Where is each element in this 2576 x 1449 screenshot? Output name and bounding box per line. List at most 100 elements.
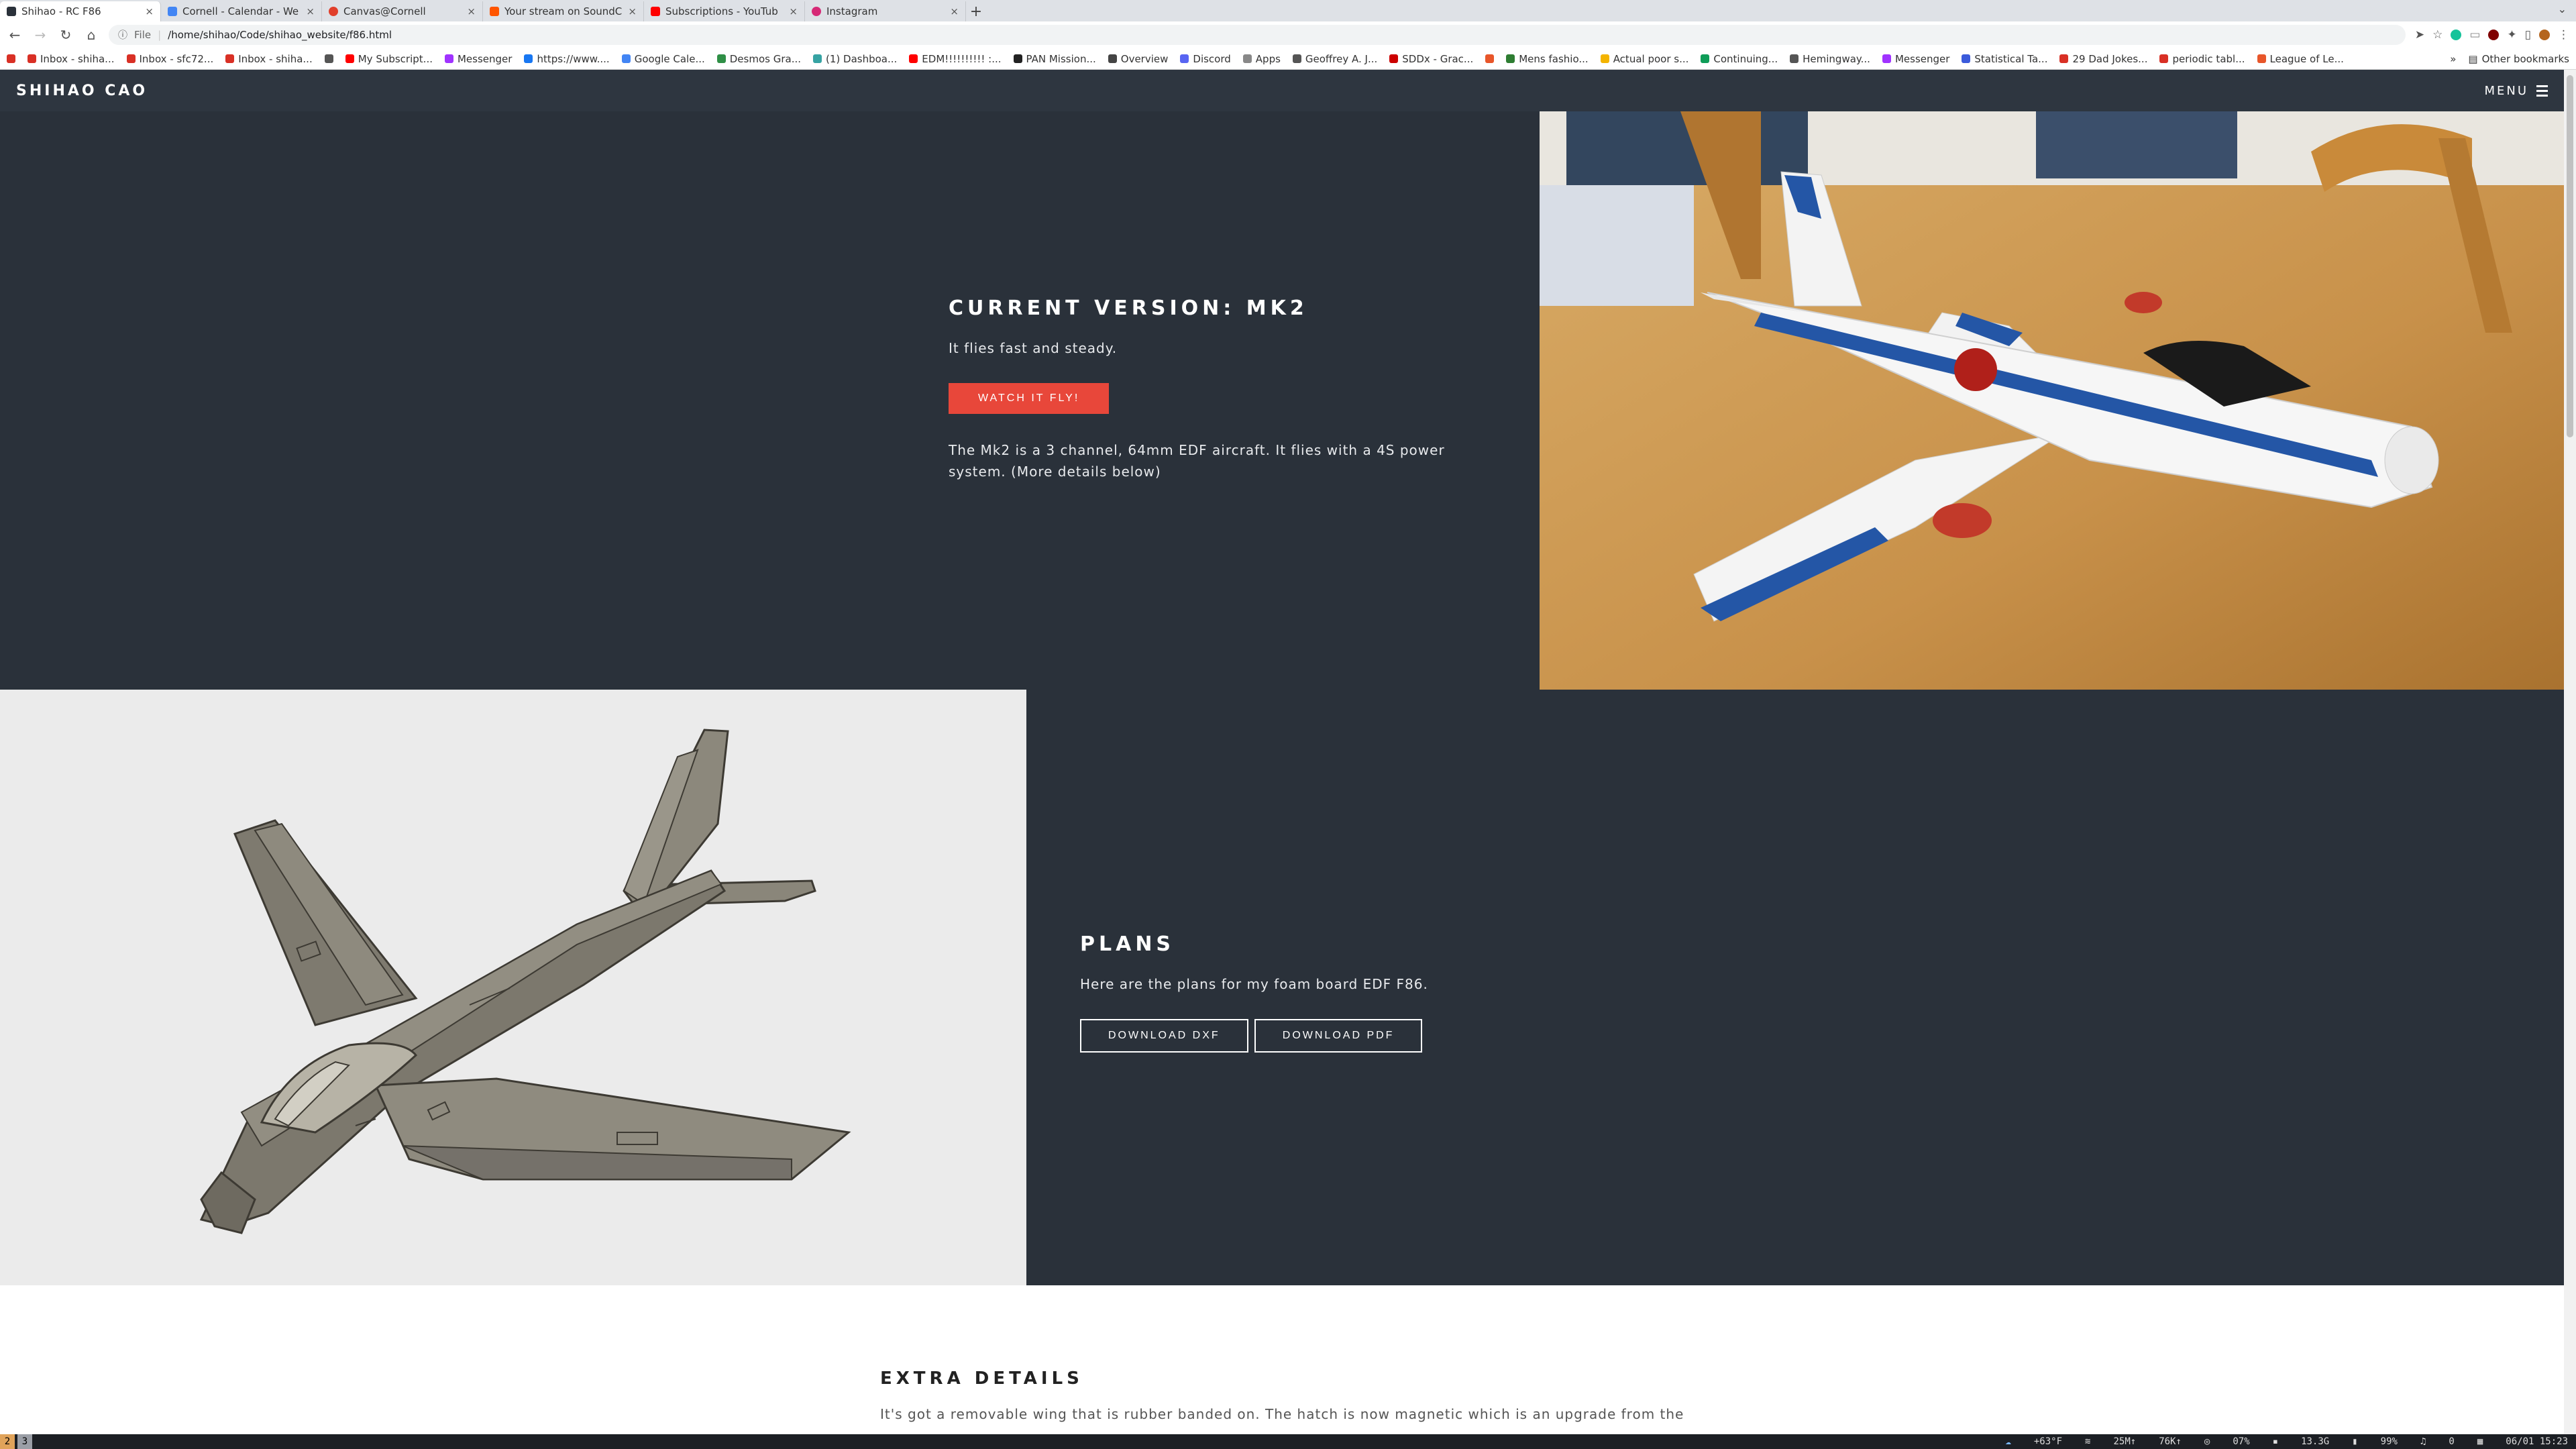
apps-grid-icon[interactable] xyxy=(7,54,15,63)
close-icon[interactable]: × xyxy=(789,5,798,17)
bookmark-item[interactable]: Statistical Ta... xyxy=(1962,53,2047,65)
tab-shihao-rc-f86[interactable]: Shihao - RC F86 × xyxy=(0,1,161,21)
tab-title: Cornell - Calendar - We xyxy=(182,5,299,17)
bookmark-favicon-icon xyxy=(1108,54,1117,63)
bookmark-item[interactable]: Inbox - sfc72... xyxy=(126,53,213,65)
bookmark-label: periodic tabl... xyxy=(2172,52,2245,65)
weather-status: +63°F xyxy=(2033,1436,2063,1447)
bookmark-item[interactable]: https://www.... xyxy=(524,53,610,65)
plans-buttons: DOWNLOAD DXF DOWNLOAD PDF xyxy=(1080,1019,1428,1053)
puzzle-icon[interactable]: ✦ xyxy=(2507,28,2516,42)
bookmark-favicon-icon xyxy=(345,54,354,63)
bookmark-item[interactable]: Mens fashio... xyxy=(1506,53,1589,65)
bookmark-item[interactable] xyxy=(324,54,333,63)
home-icon[interactable]: ⌂ xyxy=(83,27,99,43)
page-scrollbar[interactable] xyxy=(2564,70,2576,1434)
close-icon[interactable]: × xyxy=(145,5,154,17)
other-bookmarks-folder[interactable]: ▤ Other bookmarks xyxy=(2468,53,2569,65)
bookmark-item[interactable]: Continuing... xyxy=(1701,53,1778,65)
bookmark-item[interactable]: EDM!!!!!!!!!! :... xyxy=(909,53,1002,65)
bookmark-favicon-icon xyxy=(621,54,631,63)
more-vert-icon[interactable]: ⋮ xyxy=(2558,28,2569,42)
bookmark-label: Messenger xyxy=(1894,52,1950,65)
forward-icon[interactable]: → xyxy=(32,27,48,43)
bookmark-item[interactable]: Messenger xyxy=(1882,53,1949,65)
bookmark-item[interactable]: periodic tabl... xyxy=(2159,53,2245,65)
bookmark-item[interactable]: 29 Dad Jokes... xyxy=(2059,53,2147,65)
cad-model-image xyxy=(199,729,851,1234)
bookmark-label: Statistical Ta... xyxy=(1974,52,2048,65)
bookmark-favicon-icon xyxy=(1701,54,1710,63)
bookmark-item[interactable]: Google Cale... xyxy=(621,52,705,65)
bookmarks-bar: Inbox - shiha... Inbox - sfc72... Inbox - … xyxy=(0,48,2576,70)
close-icon[interactable]: × xyxy=(628,5,637,17)
avatar[interactable] xyxy=(2539,30,2550,40)
tab-title: Shihao - RC F86 xyxy=(21,5,101,17)
workspace-button[interactable]: 2 xyxy=(0,1434,15,1449)
new-tab-button[interactable]: + xyxy=(966,1,986,21)
workspace-button[interactable]: 3 xyxy=(17,1434,32,1449)
download-pdf-button[interactable]: DOWNLOAD PDF xyxy=(1254,1019,1423,1053)
scrollbar-thumb[interactable] xyxy=(2567,75,2573,437)
tab-cornell-calendar[interactable]: Cornell - Calendar - We × xyxy=(161,1,322,21)
send-icon[interactable]: ➤ xyxy=(2415,28,2424,42)
ublock-icon[interactable] xyxy=(2488,30,2500,40)
extension-area: ➤ ☆ ▭ ✦ ▯ ⋮ xyxy=(2415,28,2569,42)
bookmark-item[interactable] xyxy=(1485,54,1495,63)
tab-youtube-subscriptions[interactable]: Subscriptions - YouTub × xyxy=(644,1,805,21)
back-icon[interactable]: ← xyxy=(7,27,23,43)
bookmark-item[interactable]: Discord xyxy=(1180,52,1231,65)
bookmark-item[interactable]: Hemingway... xyxy=(1790,53,1870,65)
bookmark-item[interactable]: Apps xyxy=(1242,53,1281,65)
bookmark-item[interactable]: Inbox - shiha... xyxy=(28,53,115,65)
bookmarks-more-button[interactable]: » xyxy=(2450,53,2456,65)
bookmark-item[interactable]: (1) Dashboa... xyxy=(813,53,897,65)
tab-instagram[interactable]: Instagram × xyxy=(805,1,966,21)
hamburger-icon xyxy=(2536,85,2548,97)
network-status: 76K↑ xyxy=(2159,1436,2182,1447)
bookmark-favicon-icon xyxy=(324,54,333,63)
close-icon[interactable]: × xyxy=(467,5,476,17)
tab-soundcloud[interactable]: Your stream on SoundC × xyxy=(483,1,644,21)
bookmark-label: Inbox - shiha... xyxy=(238,52,313,65)
bookmark-item[interactable]: Messenger xyxy=(444,53,512,65)
bookmark-star-icon[interactable]: ☆ xyxy=(2432,28,2443,42)
plans-heading: PLANS xyxy=(1080,932,1175,956)
bookmark-label: Actual poor s... xyxy=(1613,52,1689,65)
site-brand[interactable]: SHIHAO CAO xyxy=(16,83,148,99)
download-dxf-button[interactable]: DOWNLOAD DXF xyxy=(1080,1019,1248,1053)
bookmark-item[interactable]: Inbox - shiha... xyxy=(225,53,313,65)
bookmark-item[interactable]: SDDx - Grac... xyxy=(1389,53,1473,65)
weather-icon: ☁ xyxy=(2005,1436,2011,1447)
bookmark-item[interactable]: Actual poor s... xyxy=(1600,52,1689,65)
grammarly-icon[interactable] xyxy=(2451,30,2462,40)
bookmark-favicon-icon xyxy=(2257,54,2266,63)
extension-icon[interactable]: ▭ xyxy=(2469,28,2480,42)
reading-list-icon[interactable]: ▯ xyxy=(2525,28,2531,42)
watch-it-fly-button[interactable]: WATCH IT FLY! xyxy=(949,383,1110,414)
close-icon[interactable]: × xyxy=(306,5,315,17)
info-icon[interactable]: ⓘ xyxy=(118,28,127,42)
address-url: /home/shihao/Code/shihao_website/f86.htm… xyxy=(168,29,392,41)
window-menu-icon[interactable]: ⌄ xyxy=(2558,3,2567,15)
bookmark-label: Google Cale... xyxy=(634,52,705,65)
current-version-section: CURRENT VERSION: MK2 It flies fast and s… xyxy=(0,111,1540,690)
bookmark-item[interactable]: PAN Mission... xyxy=(1013,53,1096,65)
bookmark-favicon-icon xyxy=(1882,54,1891,63)
address-bar[interactable]: ⓘ File | /home/shihao/Code/shihao_websit… xyxy=(109,25,2406,45)
bookmark-item[interactable]: Desmos Gra... xyxy=(716,53,801,65)
bookmark-item[interactable]: Overview xyxy=(1108,53,1168,65)
bookmark-item[interactable]: My Subscript... xyxy=(345,53,433,65)
menu-label: MENU xyxy=(2484,83,2528,98)
bookmark-label: Discord xyxy=(1193,52,1231,65)
extra-details-text: It's got a removable wing that is rubber… xyxy=(880,1406,1684,1422)
tab-canvas-cornell[interactable]: Canvas@Cornell × xyxy=(322,1,483,21)
bookmark-favicon-icon xyxy=(716,54,726,63)
menu-button[interactable]: MENU xyxy=(2484,84,2548,98)
bookmark-item[interactable]: League of Le... xyxy=(2257,53,2344,65)
bookmark-item[interactable]: Geoffrey A. J... xyxy=(1292,53,1377,65)
memory-status: 13.3G xyxy=(2301,1436,2330,1447)
plans-content: PLANS Here are the plans for my foam boa… xyxy=(1080,932,1428,1053)
close-icon[interactable]: × xyxy=(950,5,959,17)
reload-icon[interactable]: ↻ xyxy=(58,27,74,43)
